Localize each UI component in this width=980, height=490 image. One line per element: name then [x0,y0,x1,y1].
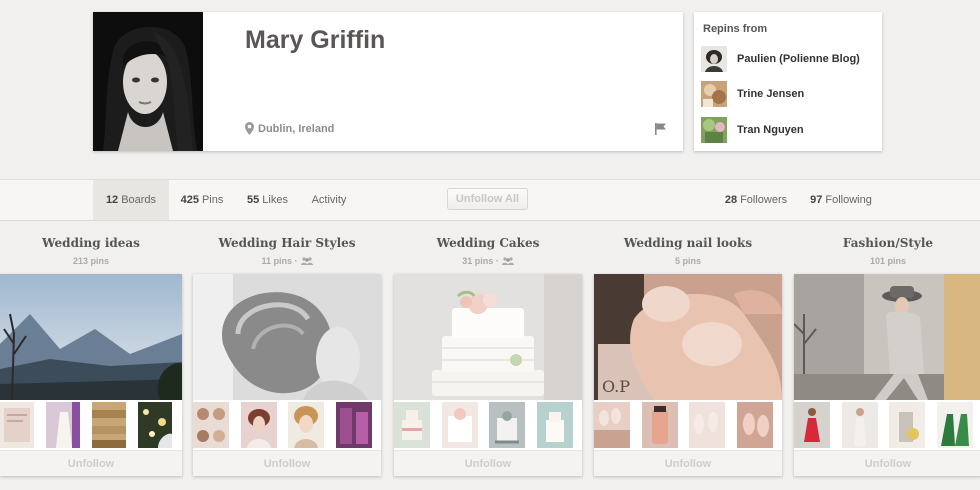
board-thumbnails [394,402,582,448]
board-thumbnail[interactable] [0,402,44,448]
board-thumbnail[interactable] [92,402,136,448]
likes-count: 55 [247,194,260,206]
board-title[interactable]: Wedding Cakes [394,236,582,250]
board-thumbnails [193,402,381,448]
profile-card: Mary Griffin Dublin, Ireland [93,12,683,151]
board-unfollow-button[interactable]: Unfollow [394,450,582,476]
followers-label: Followers [740,194,788,206]
boards-label: Boards [121,194,157,206]
board-thumbnail[interactable] [138,402,182,448]
profile-nav-bar: 12 Boards 425 Pins 55 Likes Activity Unf… [0,179,980,221]
board-cover-image[interactable] [0,274,182,400]
board-unfollow-button[interactable]: Unfollow [193,450,381,476]
board-pin-count: 5 pins [674,256,701,266]
flag-icon[interactable] [655,123,667,135]
board-thumbnail[interactable] [240,402,287,448]
unfollow-all-button[interactable]: Unfollow All [447,188,528,210]
board-header: Fashion/Style 101 pins [794,236,980,272]
boards-count: 12 [105,194,119,206]
board-title[interactable]: Wedding Hair Styles [193,236,381,250]
board-thumbnail[interactable] [841,402,888,448]
avatar [93,12,203,151]
board-thumbnail[interactable] [288,402,334,448]
followers-count: 28 [724,194,738,206]
board-thumbnail[interactable] [489,402,535,448]
board-title[interactable]: Fashion/Style [794,236,980,250]
board-thumbnail[interactable] [441,402,488,448]
board-pin-count: 213 pins [72,256,110,266]
repins-card: Repins from Paulien (Polienne Blog) Trin… [694,12,882,151]
board-thumbnail[interactable] [193,402,239,448]
repin-user-row[interactable]: Paulien (Polienne Blog) [701,46,860,72]
board-thumbnails [0,402,182,448]
board-unfollow-button[interactable]: Unfollow [794,450,980,476]
following-count: 97 [810,194,823,206]
likes-label: Likes [262,194,288,206]
svg-text:O.P: O.P [602,377,630,396]
board-thumbnail[interactable] [736,402,783,448]
repins-title: Repins from [703,23,768,35]
board-thumbnail[interactable] [394,402,440,448]
tab-following[interactable]: 97 Following [802,180,880,220]
board-thumbnail[interactable] [641,402,688,448]
group-board-icon [501,257,514,265]
board-thumbnail[interactable] [889,402,935,448]
board-header: Wedding nail looks 5 pins [594,236,782,272]
board-header: Wedding Cakes 31 pins · [394,236,582,272]
tab-boards[interactable]: 12 Boards [93,180,169,220]
board-unfollow-button[interactable]: Unfollow [0,450,182,476]
tab-pins[interactable]: 425 Pins [170,180,234,220]
board-card[interactable]: Unfollow [193,274,381,476]
board-thumbnail[interactable] [335,402,382,448]
board-header: Wedding Hair Styles 11 pins · [193,236,381,272]
profile-name: Mary Griffin [245,26,386,54]
repin-user-name: Paulien (Polienne Blog) [737,53,860,65]
board-thumbnail[interactable] [536,402,583,448]
tab-activity[interactable]: Activity [300,180,358,220]
repin-user-row[interactable]: Tran Nguyen [701,117,804,143]
board-pin-count: 31 pins · [394,256,582,266]
repin-user-avatar [701,117,727,143]
repin-user-row[interactable]: Trine Jensen [701,81,804,107]
board-header: Wedding ideas 213 pins [0,236,182,272]
group-board-icon [300,257,313,265]
board-cover-image[interactable] [193,274,381,400]
repin-user-avatar [701,46,727,72]
location-text: Dublin, Ireland [258,122,335,135]
board-thumbnail[interactable] [794,402,840,448]
board-cover-image[interactable] [394,274,582,400]
repin-user-name: Trine Jensen [737,88,805,100]
board-thumbnail[interactable] [594,402,640,448]
board-card[interactable]: O.P Unfollow [594,274,782,476]
board-thumbnail[interactable] [936,402,980,448]
following-label: Following [825,194,872,206]
board-thumbnail[interactable] [46,402,90,448]
pins-count: 425 [180,194,199,206]
board-title[interactable]: Wedding nail looks [594,236,782,250]
board-pin-count: 11 pins · [193,256,381,266]
board-cover-image[interactable] [794,274,980,400]
board-title[interactable]: Wedding ideas [0,236,182,250]
location: Dublin, Ireland [245,122,334,135]
board-unfollow-button[interactable]: Unfollow [594,450,782,476]
repin-user-avatar [701,81,727,107]
board-thumbnails [594,402,782,448]
repin-user-name: Tran Nguyen [737,124,804,136]
tab-likes[interactable]: 55 Likes [236,180,299,220]
pins-label: Pins [201,194,224,206]
map-pin-icon [245,122,254,135]
tab-followers[interactable]: 28 Followers [718,180,794,220]
activity-label: Activity [311,194,347,206]
board-pin-count: 101 pins [869,256,907,266]
board-thumbnail[interactable] [689,402,735,448]
board-cover-image[interactable]: O.P [594,274,782,400]
board-thumbnails [794,402,980,448]
board-card[interactable]: Unfollow [0,274,182,476]
board-card[interactable]: Unfollow [794,274,980,476]
board-card[interactable]: Unfollow [394,274,582,476]
